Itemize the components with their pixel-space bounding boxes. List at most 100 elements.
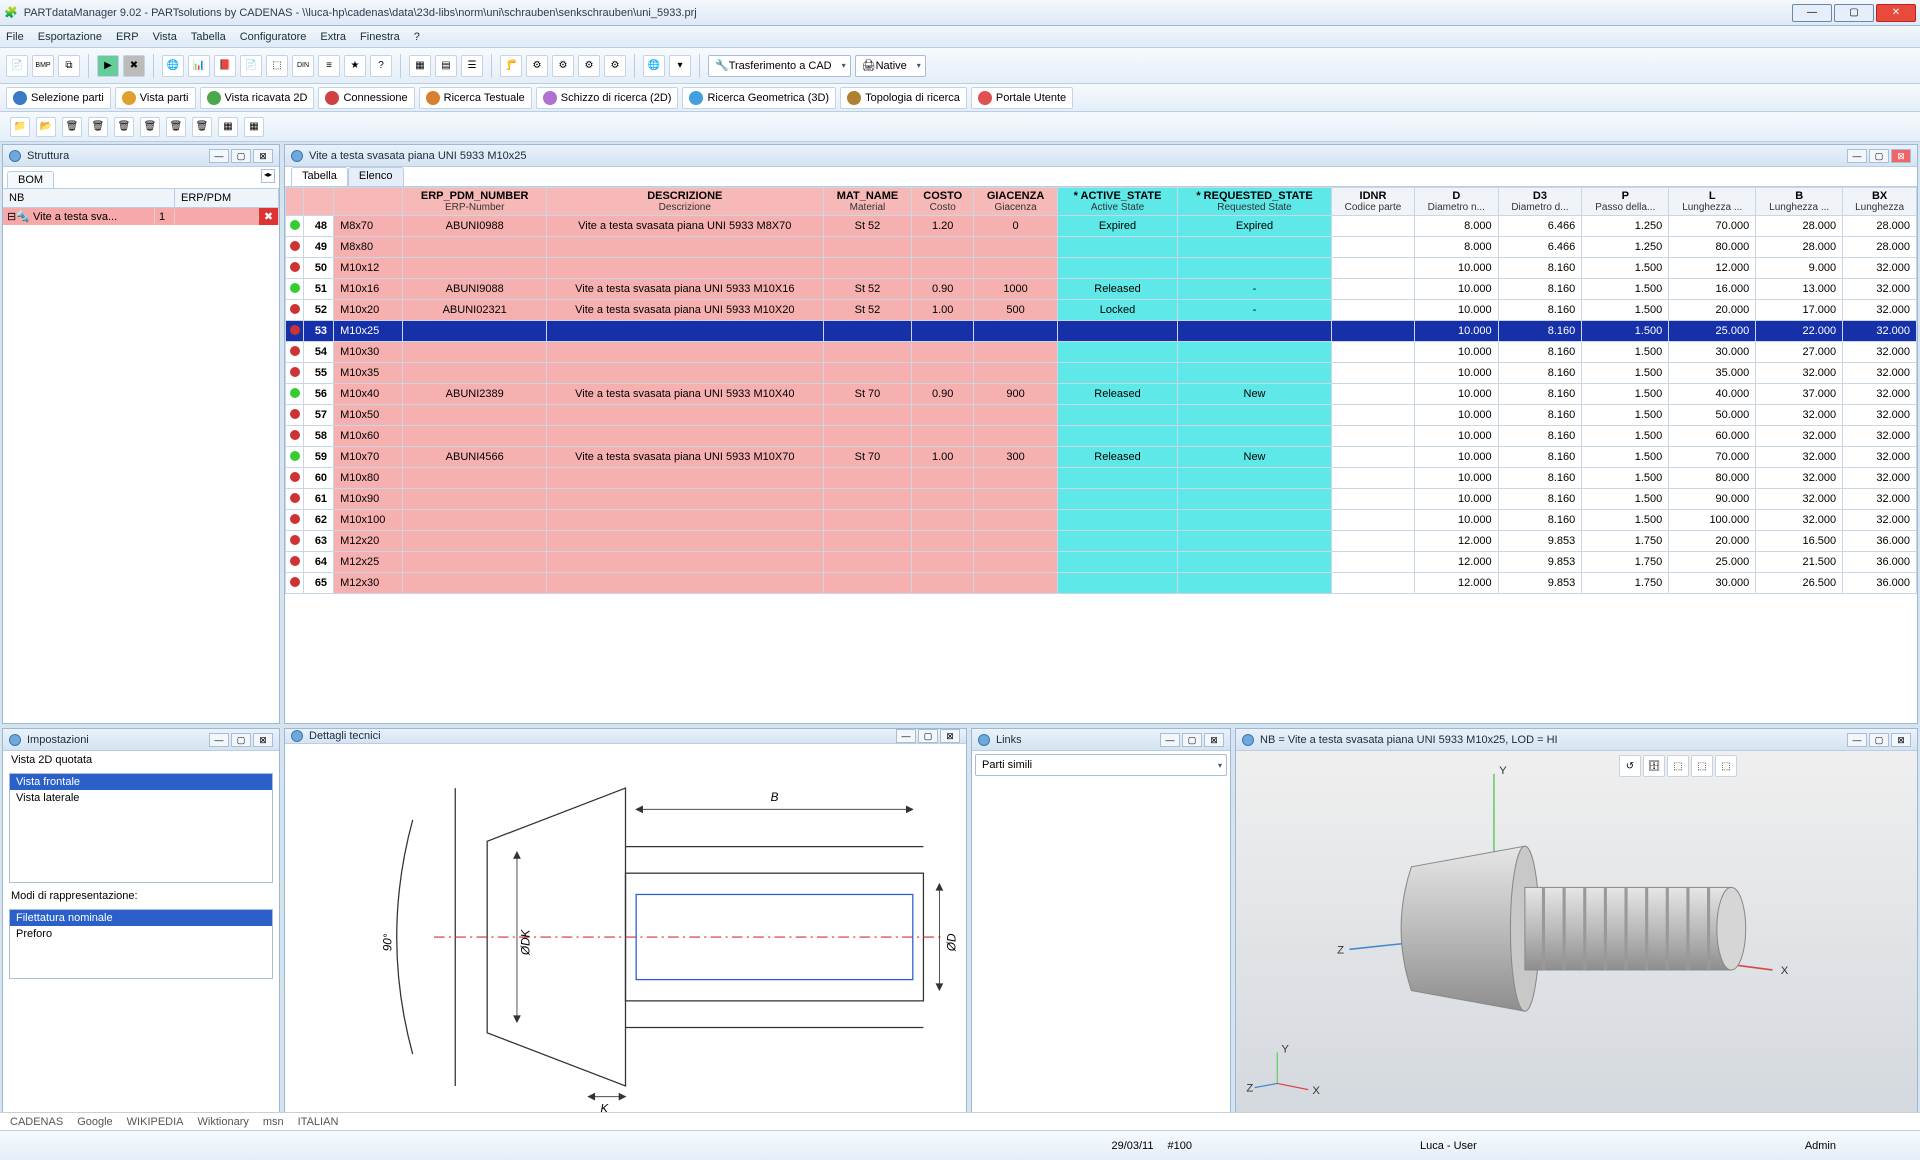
menu-item[interactable]: Esportazione bbox=[38, 31, 102, 43]
table-row[interactable]: 52M10x20ABUNI02321Vite a testa svasata p… bbox=[286, 300, 1917, 321]
table-row[interactable]: 61M10x9010.0008.1601.50090.00032.00032.0… bbox=[286, 489, 1917, 510]
table-row[interactable]: 54M10x3010.0008.1601.50030.00027.00032.0… bbox=[286, 342, 1917, 363]
table-tab[interactable]: Tabella bbox=[291, 167, 348, 186]
panel-close[interactable]: ⊠ bbox=[253, 733, 273, 747]
column-header[interactable]: GIACENZAGiacenza bbox=[974, 188, 1058, 216]
tb3-icon[interactable]: 🗑 bbox=[62, 117, 82, 137]
table-row[interactable]: 48M8x70ABUNI0988Vite a testa svasata pia… bbox=[286, 216, 1917, 237]
panel-max[interactable]: ▢ bbox=[918, 729, 938, 743]
tb-icon[interactable]: ▶ bbox=[97, 55, 119, 77]
panel-max[interactable]: ▢ bbox=[231, 733, 251, 747]
tb-icon[interactable]: ▦ bbox=[409, 55, 431, 77]
close-button[interactable]: ✕ bbox=[1876, 4, 1916, 22]
tb-icon[interactable]: ★ bbox=[344, 55, 366, 77]
tb-icon[interactable]: ▤ bbox=[435, 55, 457, 77]
table-row[interactable]: 55M10x3510.0008.1601.50035.00032.00032.0… bbox=[286, 363, 1917, 384]
column-header[interactable]: MAT_NAMEMaterial bbox=[823, 188, 912, 216]
menu-item[interactable]: Configuratore bbox=[240, 31, 307, 43]
tb-icon[interactable]: ⚙ bbox=[552, 55, 574, 77]
table-tab[interactable]: Elenco bbox=[348, 167, 404, 186]
section-tab[interactable]: Ricerca Testuale bbox=[419, 87, 532, 109]
3d-viewport[interactable]: ↺ 🗄 ⬚ ⬚ ⬚ Y X Z bbox=[1236, 751, 1917, 1127]
v3d-btn[interactable]: ↺ bbox=[1619, 755, 1641, 777]
v3d-btn[interactable]: ⬚ bbox=[1667, 755, 1689, 777]
table-row[interactable]: 58M10x6010.0008.1601.50060.00032.00032.0… bbox=[286, 426, 1917, 447]
tb-icon[interactable]: 📕 bbox=[214, 55, 236, 77]
panel-close[interactable]: ⊠ bbox=[1891, 149, 1911, 163]
column-header[interactable]: * REQUESTED_STATERequested State bbox=[1178, 188, 1332, 216]
menu-item[interactable]: ERP bbox=[116, 31, 139, 43]
table-row[interactable]: 49M8x808.0006.4661.25080.00028.00028.000 bbox=[286, 237, 1917, 258]
tb-icon[interactable]: ⚙ bbox=[604, 55, 626, 77]
column-header[interactable]: BXLunghezza bbox=[1843, 188, 1917, 216]
panel-min[interactable]: — bbox=[209, 733, 229, 747]
tb-icon[interactable]: 📄 bbox=[6, 55, 28, 77]
section-tab[interactable]: Connessione bbox=[318, 87, 414, 109]
panel-min[interactable]: — bbox=[1847, 733, 1867, 747]
tb3-icon[interactable]: 🗑 bbox=[140, 117, 160, 137]
column-header[interactable] bbox=[286, 188, 304, 216]
data-table[interactable]: ERP_PDM_NUMBERERP-NumberDESCRIZIONEDescr… bbox=[285, 187, 1917, 594]
tb-icon[interactable]: 🌐 bbox=[162, 55, 184, 77]
tb3-icon[interactable]: ▦ bbox=[244, 117, 264, 137]
menu-item[interactable]: File bbox=[6, 31, 24, 43]
tb-icon[interactable]: ⚙ bbox=[526, 55, 548, 77]
column-header[interactable]: PPasso della... bbox=[1582, 188, 1669, 216]
table-row[interactable]: 64M12x2512.0009.8531.75025.00021.50036.0… bbox=[286, 552, 1917, 573]
tb3-icon[interactable]: 🗑 bbox=[192, 117, 212, 137]
tb-icon[interactable]: ☰ bbox=[461, 55, 483, 77]
section-tab[interactable]: Schizzo di ricerca (2D) bbox=[536, 87, 679, 109]
column-header[interactable]: * ACTIVE_STATEActive State bbox=[1058, 188, 1178, 216]
table-row[interactable]: 56M10x40ABUNI2389Vite a testa svasata pi… bbox=[286, 384, 1917, 405]
table-row[interactable]: 59M10x70ABUNI4566Vite a testa svasata pi… bbox=[286, 447, 1917, 468]
panel-close[interactable]: ⊠ bbox=[940, 729, 960, 743]
tb3-icon[interactable]: ▦ bbox=[218, 117, 238, 137]
menu-item[interactable]: ? bbox=[414, 31, 420, 43]
section-tab[interactable]: Ricerca Geometrica (3D) bbox=[682, 87, 836, 109]
panel-min[interactable]: — bbox=[209, 149, 229, 163]
tb-icon[interactable]: 🦵 bbox=[500, 55, 522, 77]
table-row[interactable]: 63M12x2012.0009.8531.75020.00016.50036.0… bbox=[286, 531, 1917, 552]
partner-link[interactable]: CADENAS bbox=[10, 1116, 63, 1128]
column-header[interactable]: COSTOCosto bbox=[912, 188, 974, 216]
column-header[interactable] bbox=[334, 188, 403, 216]
column-header[interactable]: DESCRIZIONEDescrizione bbox=[546, 188, 823, 216]
tb3-icon[interactable]: 🗑 bbox=[88, 117, 108, 137]
table-row[interactable]: 50M10x1210.0008.1601.50012.0009.00032.00… bbox=[286, 258, 1917, 279]
panel-max[interactable]: ▢ bbox=[1869, 733, 1889, 747]
delete-icon[interactable]: ✖ bbox=[259, 208, 279, 225]
column-header[interactable]: D3Diametro d... bbox=[1498, 188, 1582, 216]
table-row[interactable]: 62M10x10010.0008.1601.500100.00032.00032… bbox=[286, 510, 1917, 531]
transfer-to-cad-combo[interactable]: 🔧 Trasferimento a CAD bbox=[708, 55, 851, 77]
partner-link[interactable]: WIKIPEDIA bbox=[127, 1116, 184, 1128]
panel-min[interactable]: — bbox=[1847, 149, 1867, 163]
native-combo[interactable]: 🖨 Native bbox=[855, 55, 926, 77]
tb-icon[interactable]: ▾ bbox=[669, 55, 691, 77]
v3d-btn[interactable]: 🗄 bbox=[1643, 755, 1665, 777]
tb-icon[interactable]: DIN bbox=[292, 55, 314, 77]
tb-icon[interactable]: ✖ bbox=[123, 55, 145, 77]
tb-icon[interactable]: 📄 bbox=[240, 55, 262, 77]
tb-icon[interactable]: ≡ bbox=[318, 55, 340, 77]
partner-link[interactable]: Wiktionary bbox=[198, 1116, 249, 1128]
list-item[interactable]: Filettatura nominale bbox=[10, 910, 272, 926]
tb-icon[interactable]: ? bbox=[370, 55, 392, 77]
tab-nav[interactable]: ◂▸ bbox=[261, 169, 275, 183]
v3d-btn[interactable]: ⬚ bbox=[1691, 755, 1713, 777]
column-header[interactable]: LLunghezza ... bbox=[1669, 188, 1756, 216]
list-item[interactable]: Vista frontale bbox=[10, 774, 272, 790]
menu-item[interactable]: Tabella bbox=[191, 31, 226, 43]
panel-min[interactable]: — bbox=[896, 729, 916, 743]
table-row[interactable]: 53M10x2510.0008.1601.50025.00022.00032.0… bbox=[286, 321, 1917, 342]
menu-item[interactable]: Vista bbox=[153, 31, 177, 43]
panel-close[interactable]: ⊠ bbox=[1891, 733, 1911, 747]
table-row[interactable]: 60M10x8010.0008.1601.50080.00032.00032.0… bbox=[286, 468, 1917, 489]
column-header[interactable]: ERP_PDM_NUMBERERP-Number bbox=[403, 188, 547, 216]
tb3-icon[interactable]: 🗑 bbox=[166, 117, 186, 137]
section-tab[interactable]: Topologia di ricerca bbox=[840, 87, 967, 109]
maximize-button[interactable]: ▢ bbox=[1834, 4, 1874, 22]
struct-col-nb[interactable]: NB bbox=[3, 189, 175, 207]
list-item[interactable]: Preforo bbox=[10, 926, 272, 942]
tb3-icon[interactable]: 🗑 bbox=[114, 117, 134, 137]
partner-link[interactable]: Google bbox=[77, 1116, 112, 1128]
